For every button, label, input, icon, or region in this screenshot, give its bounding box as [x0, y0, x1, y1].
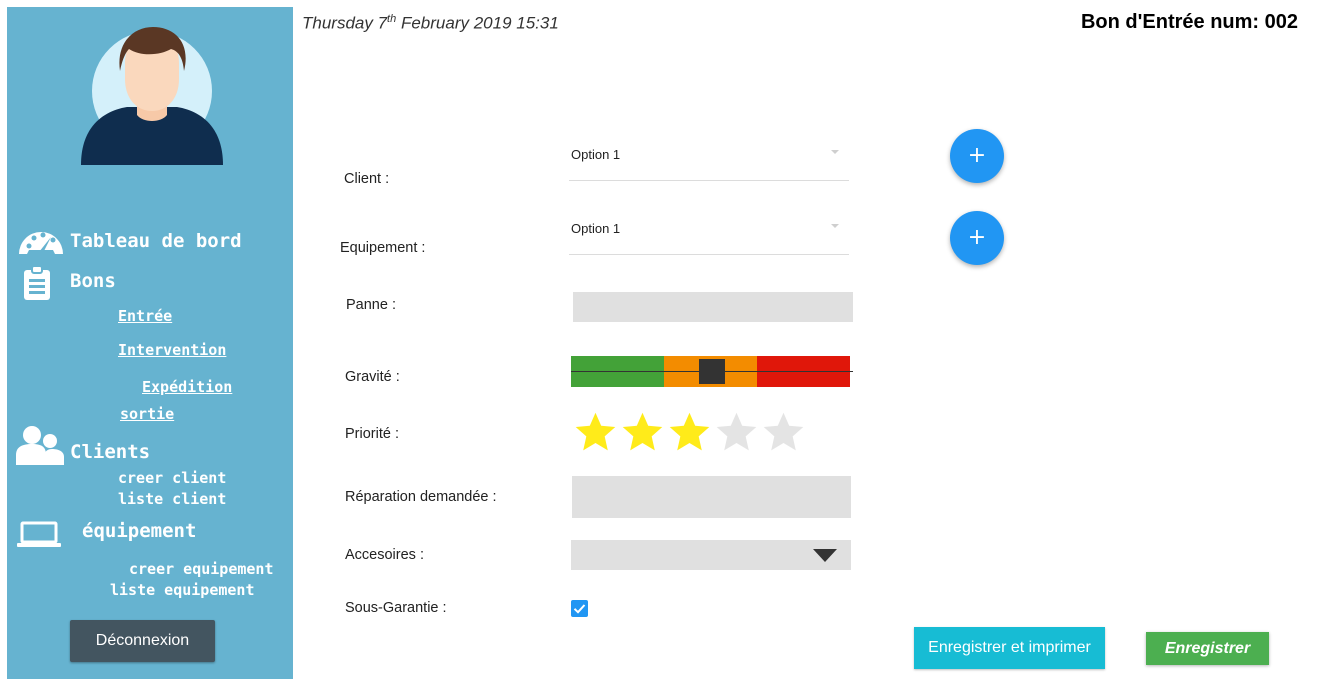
gravite-label: Gravité :	[345, 369, 400, 385]
logout-button[interactable]: Déconnexion	[70, 620, 215, 662]
equipement-select[interactable]: Option 1	[569, 219, 849, 255]
star-icon[interactable]	[713, 410, 760, 454]
date-ordinal: th	[387, 13, 397, 25]
add-client-button[interactable]: +	[950, 129, 1004, 183]
save-and-print-button[interactable]: Enregistrer et imprimer	[914, 627, 1105, 669]
garantie-label: Sous-Garantie :	[345, 600, 447, 616]
accessoires-select[interactable]	[571, 540, 851, 570]
priorite-rating[interactable]	[572, 410, 807, 454]
client-select-value: Option 1	[571, 147, 621, 162]
nav-equipement[interactable]: équipement	[82, 520, 196, 542]
accessoires-label: Accesoires :	[345, 547, 424, 563]
nav-bons-sortie[interactable]: sortie	[120, 405, 174, 423]
priorite-label: Priorité :	[345, 426, 399, 442]
date-rest: February 2019 15:31	[396, 13, 559, 33]
star-icon[interactable]	[572, 410, 619, 454]
panne-input[interactable]	[573, 292, 853, 322]
nav-clients[interactable]: Clients	[70, 441, 150, 463]
users-icon	[16, 426, 64, 465]
laptop-icon	[17, 521, 61, 547]
current-date: Thursday 7th February 2019 15:31	[302, 13, 559, 34]
client-select[interactable]: Option 1	[569, 145, 849, 181]
panne-label: Panne :	[346, 297, 396, 313]
gravite-slider[interactable]	[571, 356, 853, 387]
star-icon[interactable]	[666, 410, 713, 454]
page-title: Bon d'Entrée num: 002	[1080, 11, 1298, 33]
client-label: Client :	[344, 171, 390, 187]
nav-bons-entree[interactable]: Entrée	[118, 307, 172, 325]
nav-bons[interactable]: Bons	[70, 270, 116, 292]
chevron-down-icon	[831, 224, 839, 228]
reparation-input[interactable]	[572, 476, 851, 518]
nav-bons-intervention[interactable]: Intervention	[118, 341, 226, 359]
nav-creer-equipement[interactable]: creer equipement	[129, 560, 274, 578]
chevron-down-icon	[831, 150, 839, 154]
nav-liste-client[interactable]: liste client	[118, 490, 226, 508]
user-avatar-icon	[81, 27, 223, 165]
garantie-checkbox[interactable]	[571, 600, 588, 617]
nav-tableau-de-bord[interactable]: Tableau de bord	[70, 230, 242, 252]
checkmark-icon	[573, 604, 586, 614]
nav-creer-client[interactable]: creer client	[118, 469, 226, 487]
star-icon[interactable]	[619, 410, 666, 454]
gravite-slider-handle[interactable]	[699, 359, 725, 384]
dashboard-gauge-icon	[19, 232, 63, 254]
date-day: Thursday 7	[302, 13, 388, 33]
add-equipement-button[interactable]: +	[950, 211, 1004, 265]
triangle-down-icon	[813, 549, 837, 562]
sidebar: Tableau de bord Bons Entrée Intervention…	[7, 7, 293, 679]
equipement-label: Equipement :	[340, 240, 426, 256]
nav-bons-expedition[interactable]: Expédition	[142, 378, 232, 396]
save-button[interactable]: Enregistrer	[1146, 632, 1269, 665]
star-icon[interactable]	[760, 410, 807, 454]
nav-liste-equipement[interactable]: liste equipement	[110, 581, 255, 599]
clipboard-icon	[24, 266, 50, 300]
equipement-select-value: Option 1	[571, 221, 621, 236]
reparation-label: Réparation demandée :	[345, 489, 497, 505]
